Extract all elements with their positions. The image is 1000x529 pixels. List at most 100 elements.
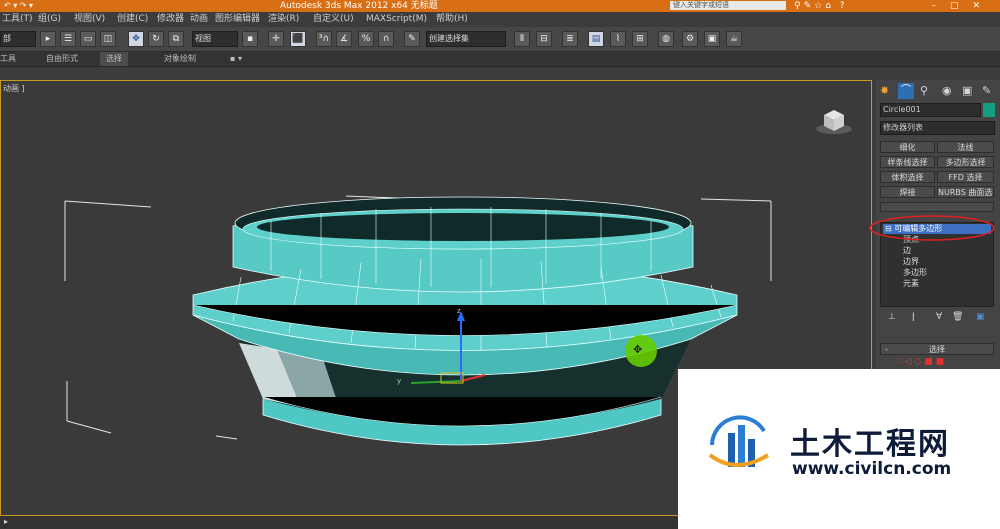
title-bar: ↶ ▾ ↷ ▾ Autodesk 3ds Max 2012 x64 无标题 键入… xyxy=(0,0,1000,12)
ribbon-tabs: 工具 自由形式 选择 对象绘制 ▪ ▾ xyxy=(0,52,1000,67)
spinner-snap-icon[interactable]: ∩ xyxy=(378,31,394,47)
select-and-manipulate-icon[interactable]: ✛ xyxy=(268,31,284,47)
menu-help[interactable]: 帮助(H) xyxy=(436,12,468,27)
mirror-icon[interactable]: ⫴ xyxy=(514,31,530,47)
render-production-icon[interactable]: ☕ xyxy=(726,31,742,47)
quick-access-toolbar[interactable]: ↶ ▾ ↷ ▾ xyxy=(4,0,33,12)
align-icon[interactable]: ⊟ xyxy=(536,31,552,47)
window-controls[interactable]: –▢✕ xyxy=(931,0,994,12)
menu-bar: 工具(T) 组(G) 视图(V) 创建(C) 修改器 动画 图形编辑器 渲染(R… xyxy=(0,12,1000,28)
watermark-panel: 土木工程网 www.civilcn.com xyxy=(678,369,1000,529)
select-by-name-icon[interactable]: ☰ xyxy=(60,31,76,47)
rendered-frame-window-icon[interactable]: ▣ xyxy=(704,31,720,47)
menu-customize[interactable]: 自定义(U) xyxy=(313,12,354,27)
ffd-select-button[interactable]: FFD 选择 xyxy=(937,171,994,183)
viewcube-icon[interactable] xyxy=(814,107,854,135)
select-object-icon[interactable]: ▸ xyxy=(40,31,56,47)
remove-modifier-icon[interactable]: 🗑 xyxy=(952,312,963,322)
edit-named-selection-icon[interactable]: ✎ xyxy=(404,31,420,47)
main-toolbar: 部 ▸ ☰ ▭ ◫ ✥ ↻ ⧉ 视图 ▪ ✛ ⬛ ³∩ ∡ % ∩ ✎ 创建选择… xyxy=(0,27,1000,52)
select-and-move-icon[interactable]: ✥ xyxy=(128,31,144,47)
named-selection-set-combo[interactable]: 创建选择集 xyxy=(426,31,506,47)
object-color-swatch[interactable] xyxy=(983,103,995,117)
timeline-arrow-icon[interactable]: ▸ xyxy=(4,517,8,526)
menu-rendering[interactable]: 渲染(R) xyxy=(268,12,299,27)
make-unique-icon[interactable]: ∀ xyxy=(936,312,942,322)
snaps-toggle-icon[interactable]: ³∩ xyxy=(316,31,332,47)
subobject-level-icons: ∴ ◁ ◇ ■ ■ xyxy=(896,357,996,369)
menu-maxscript[interactable]: MAXScript(M) xyxy=(366,12,427,27)
nurbs-surface-select-button[interactable]: NURBS 曲面选择 xyxy=(937,186,994,198)
app-title: Autodesk 3ds Max 2012 x64 无标题 xyxy=(280,1,438,11)
create-tab-icon[interactable]: ✸ xyxy=(880,84,889,97)
search-input[interactable]: 键入关键字或短语 xyxy=(670,1,786,10)
edge-level-icon[interactable]: ◁ xyxy=(905,357,912,367)
selection-rollout-header[interactable]: - 选择 xyxy=(880,343,994,355)
pivot-center-icon[interactable]: ▪ xyxy=(242,31,258,47)
stack-item-edge[interactable]: 边 xyxy=(903,246,911,256)
curve-editor-icon[interactable]: ⌇ xyxy=(610,31,626,47)
stack-item-border[interactable]: 边界 xyxy=(903,257,919,267)
hierarchy-tab-icon[interactable]: ⚲ xyxy=(920,84,928,97)
tab-object-paint[interactable]: 对象绘制 xyxy=(164,52,196,66)
watermark-url: www.civilcn.com xyxy=(792,459,952,479)
svg-text:z: z xyxy=(457,307,461,315)
pin-stack-icon[interactable]: ⊥ xyxy=(888,312,896,322)
normal-button[interactable]: 法线 xyxy=(937,141,994,153)
modifier-list-combo[interactable]: 修改器列表 xyxy=(880,121,995,135)
weld-button[interactable]: 焊接 xyxy=(880,186,935,198)
configure-button-sets[interactable] xyxy=(880,202,994,212)
vertex-level-icon[interactable]: ∴ xyxy=(896,357,902,367)
watermark-title: 土木工程网 xyxy=(790,427,950,462)
display-tab-icon[interactable]: ▣ xyxy=(962,84,972,97)
stack-item-polygon[interactable]: 多边形 xyxy=(903,268,927,278)
command-panel-tabs: ✸ ⌒ ⚲ ◉ ▣ ✎ xyxy=(880,83,998,101)
reference-coordinate-combo[interactable]: 视图 xyxy=(192,31,238,47)
keyboard-shortcut-override-icon[interactable]: ⬛ xyxy=(290,31,306,47)
utilities-tab-icon[interactable]: ✎ xyxy=(982,84,991,97)
menu-animation[interactable]: 动画 xyxy=(190,12,208,27)
menu-graph-editors[interactable]: 图形编辑器 xyxy=(215,12,260,27)
tab-selection[interactable]: 选择 xyxy=(100,52,128,66)
menu-tools[interactable]: 工具(T) xyxy=(2,12,33,27)
material-editor-icon[interactable]: ◍ xyxy=(658,31,674,47)
render-setup-icon[interactable]: ⚙ xyxy=(682,31,698,47)
layer-manager-icon[interactable]: ≣ xyxy=(562,31,578,47)
annotation-ellipse xyxy=(869,215,995,241)
object-name-field[interactable]: Circle001 xyxy=(880,103,981,117)
configure-sets-icon[interactable]: ▣ xyxy=(976,312,985,322)
volume-select-button[interactable]: 体积选择 xyxy=(880,171,935,183)
modify-tab-icon[interactable]: ⌒ xyxy=(898,83,914,99)
info-center-icons[interactable]: ⚲✎☆⌂ ? xyxy=(794,0,848,12)
window-crossing-icon[interactable]: ◫ xyxy=(100,31,116,47)
tab-tools[interactable]: 工具 xyxy=(0,52,16,66)
move-cursor-icon: ✥ xyxy=(633,343,643,356)
select-and-rotate-icon[interactable]: ↻ xyxy=(148,31,164,47)
motion-tab-icon[interactable]: ◉ xyxy=(942,84,952,97)
select-and-scale-icon[interactable]: ⧉ xyxy=(168,31,184,47)
show-end-result-icon[interactable]: ǀ xyxy=(912,312,915,322)
viewport-label[interactable]: 动画 ] xyxy=(3,83,25,94)
element-level-icon[interactable]: ■ xyxy=(936,357,945,367)
menu-group[interactable]: 组(G) xyxy=(38,12,61,27)
poly-select-button[interactable]: 多边形选择 xyxy=(937,156,994,168)
angle-snap-icon[interactable]: ∡ xyxy=(336,31,352,47)
spline-select-button[interactable]: 样条线选择 xyxy=(880,156,935,168)
selection-filter-combo[interactable]: 部 xyxy=(0,31,36,47)
svg-text:y: y xyxy=(397,377,401,385)
rectangle-selection-icon[interactable]: ▭ xyxy=(80,31,96,47)
polygon-level-icon[interactable]: ■ xyxy=(924,357,933,367)
tab-freeform[interactable]: 自由形式 xyxy=(46,52,78,66)
schematic-view-icon[interactable]: ⊞ xyxy=(632,31,648,47)
border-level-icon[interactable]: ◇ xyxy=(914,357,921,367)
menu-create[interactable]: 创建(C) xyxy=(117,12,148,27)
percent-snap-icon[interactable]: % xyxy=(358,31,374,47)
stack-tools: ⊥ ǀ ∀ 🗑 ▣ xyxy=(880,312,996,326)
menu-modifiers[interactable]: 修改器 xyxy=(157,12,184,27)
tessellate-button[interactable]: 细化 xyxy=(880,141,935,153)
menu-views[interactable]: 视图(V) xyxy=(74,12,105,27)
graphite-toolbar-icon[interactable]: ▤ xyxy=(588,31,604,47)
stack-item-element[interactable]: 元素 xyxy=(903,279,919,289)
ribbon-options-icon[interactable]: ▪ ▾ xyxy=(230,52,242,66)
civilcn-logo-icon xyxy=(708,415,770,467)
